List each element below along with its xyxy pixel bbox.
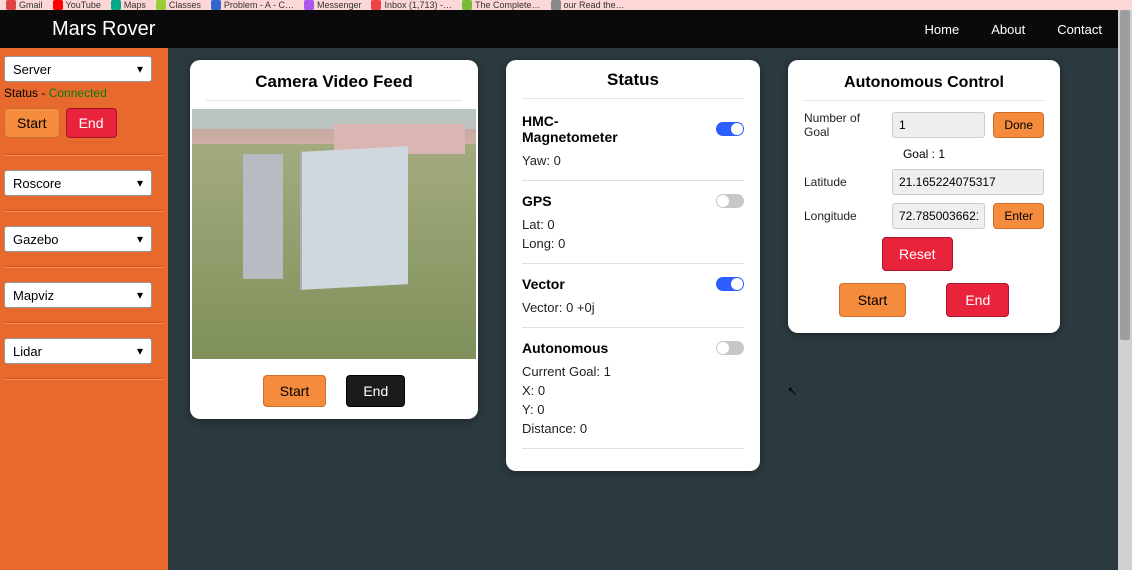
gps-long: Long: 0 [522,236,744,251]
mapviz-select[interactable]: Mapviz▾ [4,282,152,308]
nav-home[interactable]: Home [925,22,960,37]
sidebar-start-button[interactable]: Start [4,108,60,138]
camera-card: Camera Video Feed Start End [190,60,478,419]
autonomous-heading: Autonomous [522,340,608,356]
gps-lat: Lat: 0 [522,217,744,232]
hmc-heading: HMC-Magnetometer [522,113,642,145]
camera-title: Camera Video Feed [190,60,478,96]
chevron-down-icon: ▾ [137,232,143,246]
vertical-scrollbar[interactable] [1118,10,1132,570]
vector-heading: Vector [522,276,565,292]
latitude-label: Latitude [804,175,884,189]
bookmark-item[interactable]: Gmail [6,0,43,10]
lidar-select[interactable]: Lidar▾ [4,338,152,364]
chevron-down-icon: ▾ [137,288,143,302]
autonomous-control-title: Autonomous Control [804,68,1044,96]
sidebar-end-button[interactable]: End [66,108,117,138]
server-select[interactable]: Server ▾ [4,56,152,82]
status-title: Status [522,60,744,94]
enter-button[interactable]: Enter [993,203,1044,229]
nav-links: Home About Contact [925,22,1102,37]
goal-line: Goal : 1 [804,147,1044,161]
auto-y: Y: 0 [522,402,744,417]
sidebar: Server ▾ Status - Connected Start End Ro… [0,48,168,570]
server-select-label: Server [13,62,51,77]
num-goal-input[interactable] [892,112,985,138]
nav-contact[interactable]: Contact [1057,22,1102,37]
nav-about[interactable]: About [991,22,1025,37]
hmc-toggle[interactable] [716,122,744,136]
bookmark-item[interactable]: Problem - A - C… [211,0,294,10]
bookmark-item[interactable]: Inbox (1,713) -… [371,0,452,10]
autonomous-toggle[interactable] [716,341,744,355]
longitude-label: Longitude [804,209,884,223]
content-area: Camera Video Feed Start End Status HMC-M… [168,48,1132,570]
vector-toggle[interactable] [716,277,744,291]
chevron-down-icon: ▾ [137,344,143,358]
bookmark-item[interactable]: Maps [111,0,146,10]
connection-status: Status - Connected [4,86,164,100]
camera-feed [192,109,476,359]
chevron-down-icon: ▾ [137,176,143,190]
yaw-value: Yaw: 0 [522,153,744,168]
current-goal: Current Goal: 1 [522,364,744,379]
status-card: Status HMC-Magnetometer Yaw: 0 GPS Lat: … [506,60,760,471]
auto-distance: Distance: 0 [522,421,744,436]
auto-end-button[interactable]: End [946,283,1009,317]
done-button[interactable]: Done [993,112,1044,138]
bookmark-item[interactable]: The Complete… [462,0,541,10]
gazebo-select[interactable]: Gazebo▾ [4,226,152,252]
bookmark-item[interactable]: our Read the… [551,0,625,10]
reset-button[interactable]: Reset [882,237,953,271]
auto-x: X: 0 [522,383,744,398]
num-goal-label: Number of Goal [804,111,884,139]
gps-heading: GPS [522,193,552,209]
roscore-select[interactable]: Roscore▾ [4,170,152,196]
chevron-down-icon: ▾ [137,62,143,76]
camera-start-button[interactable]: Start [263,375,327,407]
gps-toggle[interactable] [716,194,744,208]
vector-value: Vector: 0 +0j [522,300,744,315]
brand-title: Mars Rover [52,18,155,41]
camera-end-button[interactable]: End [346,375,405,407]
latitude-input[interactable] [892,169,1044,195]
bookmark-item[interactable]: Classes [156,0,201,10]
auto-start-button[interactable]: Start [839,283,907,317]
bookmark-bar: Gmail YouTube Maps Classes Problem - A -… [0,0,1132,10]
top-navbar: Mars Rover Home About Contact [0,10,1132,48]
bookmark-item[interactable]: Messenger [304,0,362,10]
bookmark-item[interactable]: YouTube [53,0,101,10]
longitude-input[interactable] [892,203,985,229]
autonomous-control-card: Autonomous Control Number of Goal Done G… [788,60,1060,333]
